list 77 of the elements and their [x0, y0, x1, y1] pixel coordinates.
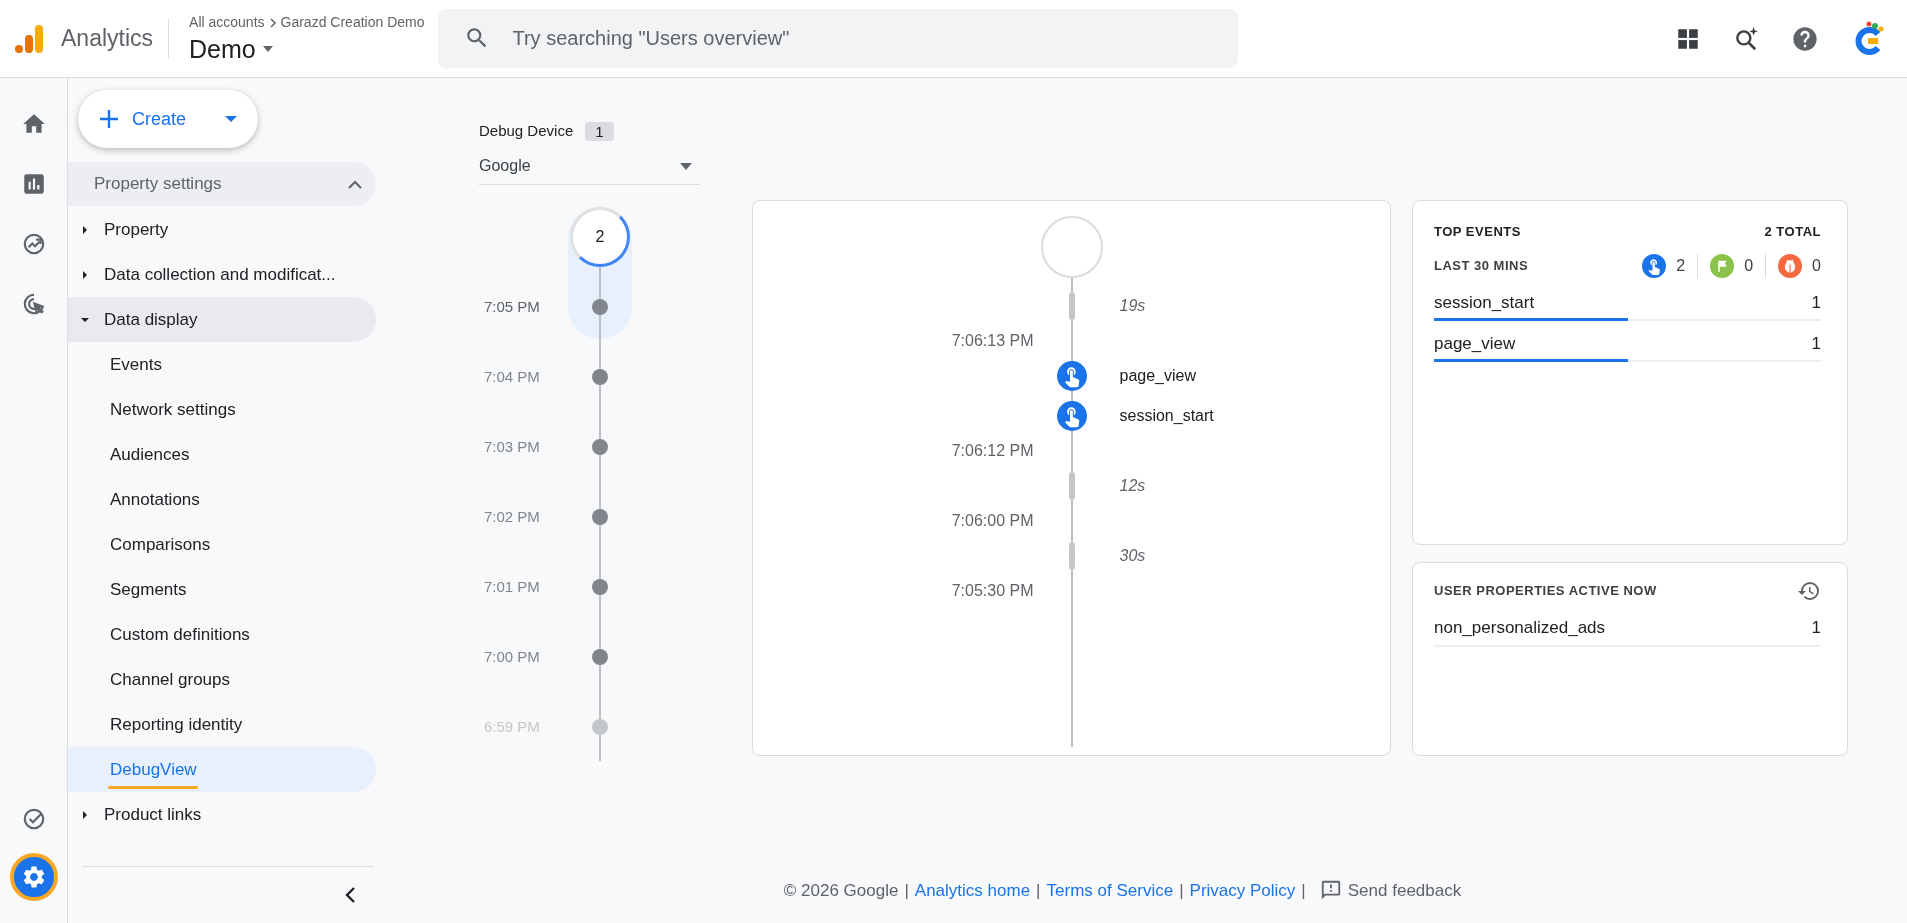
- separator: |: [1301, 879, 1306, 902]
- caret-right-icon: [80, 809, 90, 820]
- timestamp: 7:06:00 PM: [951, 511, 1034, 531]
- timestamp: 7:05:30 PM: [951, 581, 1034, 601]
- nav-item[interactable]: DebugView: [68, 747, 376, 792]
- caret-right-icon: [80, 269, 90, 280]
- rail-button[interactable]: [9, 853, 58, 901]
- minute-label[interactable]: 7:01 PM: [484, 576, 540, 597]
- device-count-badge: 1: [585, 121, 614, 141]
- nav-group[interactable]: Property: [68, 207, 376, 252]
- caret-down-icon: [680, 162, 692, 170]
- help-icon[interactable]: [1791, 24, 1819, 53]
- nav-item[interactable]: Reporting identity: [68, 702, 376, 747]
- separator: |: [1036, 879, 1041, 902]
- event-name[interactable]: page_view: [1119, 367, 1196, 384]
- card-title: USER PROPERTIES ACTIVE NOW: [1434, 582, 1657, 601]
- minute-label[interactable]: 7:03 PM: [484, 436, 540, 457]
- analytics-logo-icon: [15, 22, 45, 55]
- device-label: Debug Device: [479, 121, 574, 141]
- gap-duration: 30s: [1119, 547, 1146, 564]
- minute-label[interactable]: 7:00 PM: [484, 646, 540, 667]
- nav-group[interactable]: Data display: [68, 297, 376, 342]
- hand-pointer-icon[interactable]: [1056, 401, 1087, 431]
- minute-label[interactable]: 7:04 PM: [484, 366, 540, 387]
- nav-item[interactable]: Network settings: [68, 387, 376, 432]
- timestamp: 7:06:13 PM: [951, 331, 1034, 351]
- event-name[interactable]: session_start: [1434, 289, 1535, 315]
- chevron-up-icon: [348, 179, 362, 189]
- property-name: non_personalized_ads: [1434, 617, 1606, 639]
- separator: |: [904, 879, 909, 902]
- create-button[interactable]: Create: [78, 90, 258, 148]
- minute-label[interactable]: 7:02 PM: [484, 506, 540, 527]
- feedback-button[interactable]: Send feedback: [1319, 877, 1462, 903]
- nav-item[interactable]: Annotations: [68, 477, 376, 522]
- copyright-text: © 2026 Google: [783, 879, 899, 902]
- gap-duration: 12s: [1119, 477, 1146, 494]
- card-title: TOP EVENTS: [1434, 223, 1521, 241]
- event-name[interactable]: page_view: [1434, 330, 1516, 356]
- nav-item[interactable]: Audiences: [68, 432, 376, 477]
- breadcrumb-link[interactable]: Garazd Creation Demo: [280, 12, 425, 33]
- counter-value: 0: [1812, 255, 1821, 276]
- caret-down-icon: [224, 115, 238, 123]
- device-dropdown[interactable]: Google: [479, 148, 700, 185]
- minute-label[interactable]: 7:05 PM: [484, 296, 540, 317]
- nav-item[interactable]: Channel groups: [68, 657, 376, 702]
- period-label: LAST 30 MINS: [1434, 256, 1529, 275]
- nav-group[interactable]: Product links: [68, 792, 376, 837]
- nav-item[interactable]: Comparisons: [68, 522, 376, 567]
- nav-group[interactable]: Data collection and modificat...: [68, 252, 376, 297]
- breadcrumb-link[interactable]: All accounts: [189, 12, 265, 33]
- nav-item[interactable]: Events: [68, 342, 376, 387]
- caret-right-icon: [80, 224, 90, 235]
- total-count: 2 TOTAL: [1764, 223, 1821, 241]
- gap-duration: 19s: [1119, 297, 1146, 314]
- timestamp: 7:06:12 PM: [951, 441, 1034, 461]
- event-name[interactable]: session_start: [1119, 407, 1214, 424]
- caret-down-icon: [261, 45, 274, 53]
- property-selector[interactable]: Demo: [189, 33, 425, 65]
- search-field[interactable]: Try searching "Users overview": [438, 9, 1239, 68]
- property-value: 1: [1811, 617, 1821, 639]
- event-count: 1: [1811, 332, 1821, 355]
- footer-link[interactable]: Privacy Policy: [1189, 877, 1296, 903]
- footer-link[interactable]: Terms of Service: [1046, 877, 1174, 903]
- collapse-chevron-icon[interactable]: [344, 886, 356, 904]
- sparkle-search-icon[interactable]: [1733, 25, 1759, 52]
- event-count: 1: [1811, 291, 1821, 314]
- hand-pointer-icon[interactable]: [1056, 361, 1087, 391]
- nav-item[interactable]: Segments: [68, 567, 376, 612]
- product-name: Analytics: [61, 24, 154, 54]
- footer-link[interactable]: Analytics home: [914, 877, 1031, 903]
- plus-icon: [98, 108, 120, 130]
- history-icon[interactable]: [1797, 579, 1821, 603]
- separator: |: [1179, 879, 1184, 902]
- nav-item[interactable]: Custom definitions: [68, 612, 376, 657]
- counter-value: 2: [1676, 255, 1686, 276]
- section-header[interactable]: Property settings: [68, 162, 376, 206]
- counter-value: 0: [1744, 255, 1754, 276]
